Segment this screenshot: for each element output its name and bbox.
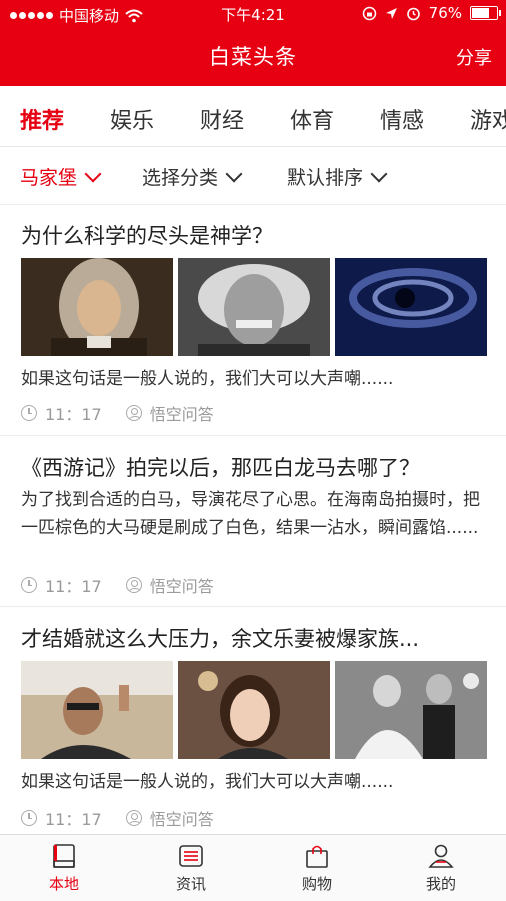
article-source: 悟空问答 (149, 577, 214, 596)
tab-me[interactable]: 我的 (401, 843, 481, 894)
status-right: 76% (362, 4, 501, 22)
article-item[interactable]: 《西游记》拍完以后，那匹白龙马去哪了？ 为了找到合适的白马，导演花尽了心思。在海… (0, 436, 506, 607)
article-title: 才结婚就这么大压力，余文乐妻被爆家族... (21, 627, 420, 651)
clock-icon (21, 810, 37, 826)
sort-filter-label: 默认排序 (287, 167, 364, 189)
tab-shopping[interactable]: 购物 (277, 843, 357, 894)
article-image-wedding-bw (335, 661, 487, 759)
chevron-down-icon (225, 165, 243, 182)
tab-local-label: 本地 (48, 875, 79, 893)
tab-games[interactable]: 游戏 (470, 103, 506, 135)
user-icon (125, 810, 142, 826)
clock-icon (21, 405, 37, 421)
tab-emotion[interactable]: 情感 (380, 103, 424, 135)
article-summary: 如果这句话是一般人说的，我们大可以大声嘲...... (21, 369, 394, 389)
article-time: 11：17 (45, 577, 102, 596)
battery-fill (472, 8, 489, 18)
location-icon (385, 7, 397, 19)
article-images (21, 258, 487, 356)
sort-filter[interactable]: 默认排序 (287, 163, 388, 190)
chevron-down-icon (84, 165, 102, 182)
article-item[interactable]: 才结婚就这么大压力，余文乐妻被爆家族... 如果这句话是一般人说的，我们大可以大… (0, 607, 506, 834)
article-source: 悟空问答 (149, 405, 214, 424)
battery-icon (470, 6, 501, 20)
tab-shopping-label: 购物 (301, 875, 332, 893)
tab-news-label: 资讯 (175, 875, 206, 893)
article-image-portrait-bw-scientist (178, 258, 330, 356)
article-meta: 11：17 悟空问答 (21, 573, 214, 597)
clock-icon (21, 577, 37, 593)
tab-recommend[interactable]: 推荐 (20, 103, 64, 135)
share-button[interactable]: 分享 (456, 44, 492, 70)
article-meta: 11：17 悟空问答 (21, 806, 214, 830)
bottom-tab-bar: 本地 资讯 购物 我的 (0, 834, 506, 901)
shopping-bag-icon (304, 843, 330, 869)
article-image-woman-smiling (178, 661, 330, 759)
battery-percent: 76% (428, 4, 462, 22)
article-time: 11：17 (45, 810, 102, 829)
page-title: 白菜头条 (209, 45, 297, 69)
article-time: 11：17 (45, 405, 102, 424)
lock-rotation-icon (362, 6, 376, 20)
tab-finance[interactable]: 财经 (200, 103, 244, 135)
category-filter[interactable]: 选择分类 (142, 163, 243, 190)
filter-bar: 马家堡 选择分类 默认排序 (0, 146, 506, 205)
category-filter-label: 选择分类 (142, 167, 219, 189)
book-icon (51, 843, 77, 869)
article-title: 为什么科学的尽头是神学？ (21, 224, 273, 248)
article-image-black-hole (335, 258, 487, 356)
user-icon (428, 843, 454, 869)
article-meta: 11：17 悟空问答 (21, 401, 214, 425)
user-icon (125, 577, 142, 593)
article-summary: 为了找到合适的白马，导演花尽了心思。在海南岛拍摄时，把一匹棕色的大马硬是刷成了白… (21, 490, 480, 538)
user-icon (125, 405, 142, 421)
app-header: 中国移动 下午4:21 76% 白菜头条 分享 (0, 0, 506, 86)
tab-news[interactable]: 资讯 (151, 843, 231, 894)
alarm-icon (406, 7, 420, 20)
tab-local[interactable]: 本地 (24, 843, 104, 894)
news-icon (178, 843, 204, 869)
location-filter-label: 马家堡 (20, 167, 78, 189)
article-images (21, 661, 487, 759)
article-image-man-selfie (21, 661, 173, 759)
article-item[interactable]: 为什么科学的尽头是神学？ 如果这句话是一般人说的，我们大可以大声嘲...... … (0, 204, 506, 436)
article-image-portrait-old-scientist (21, 258, 173, 356)
location-filter[interactable]: 马家堡 (20, 163, 102, 190)
category-tabs: 推荐 娱乐 财经 体育 情感 游戏 (0, 86, 506, 147)
status-bar: 中国移动 下午4:21 76% (0, 0, 506, 30)
tab-me-label: 我的 (425, 875, 456, 893)
article-summary: 如果这句话是一般人说的，我们大可以大声嘲...... (21, 772, 394, 792)
tab-entertainment[interactable]: 娱乐 (110, 103, 154, 135)
tab-sports[interactable]: 体育 (290, 103, 334, 135)
nav-bar: 白菜头条 分享 (0, 30, 506, 86)
article-title: 《西游记》拍完以后，那匹白龙马去哪了？ (21, 456, 420, 480)
chevron-down-icon (370, 165, 388, 182)
article-source: 悟空问答 (149, 810, 214, 829)
